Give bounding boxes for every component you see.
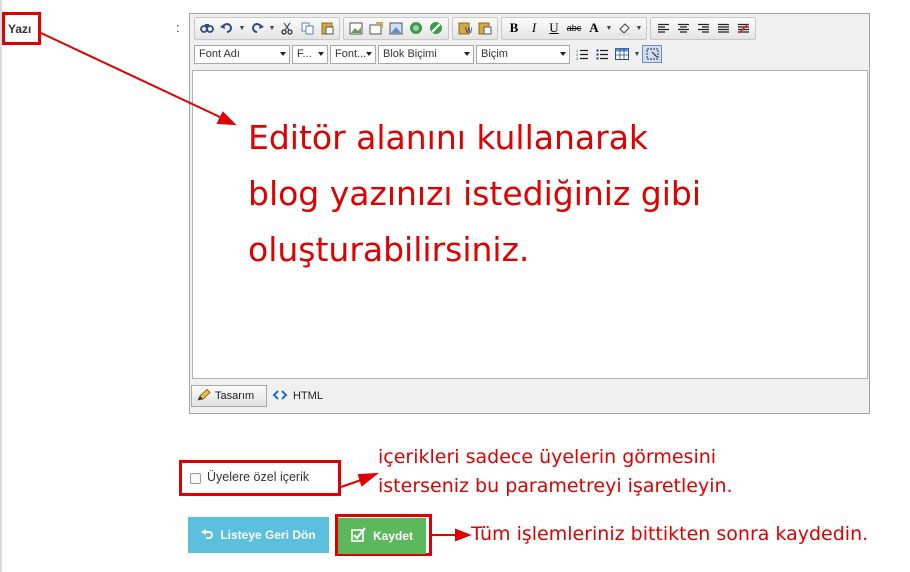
arrow-head-icon xyxy=(455,528,472,542)
annotation-arrows xyxy=(40,32,472,542)
arrow-head-icon xyxy=(357,472,380,487)
arrow-head-icon xyxy=(216,111,237,126)
arrow-to-editor xyxy=(40,32,223,119)
